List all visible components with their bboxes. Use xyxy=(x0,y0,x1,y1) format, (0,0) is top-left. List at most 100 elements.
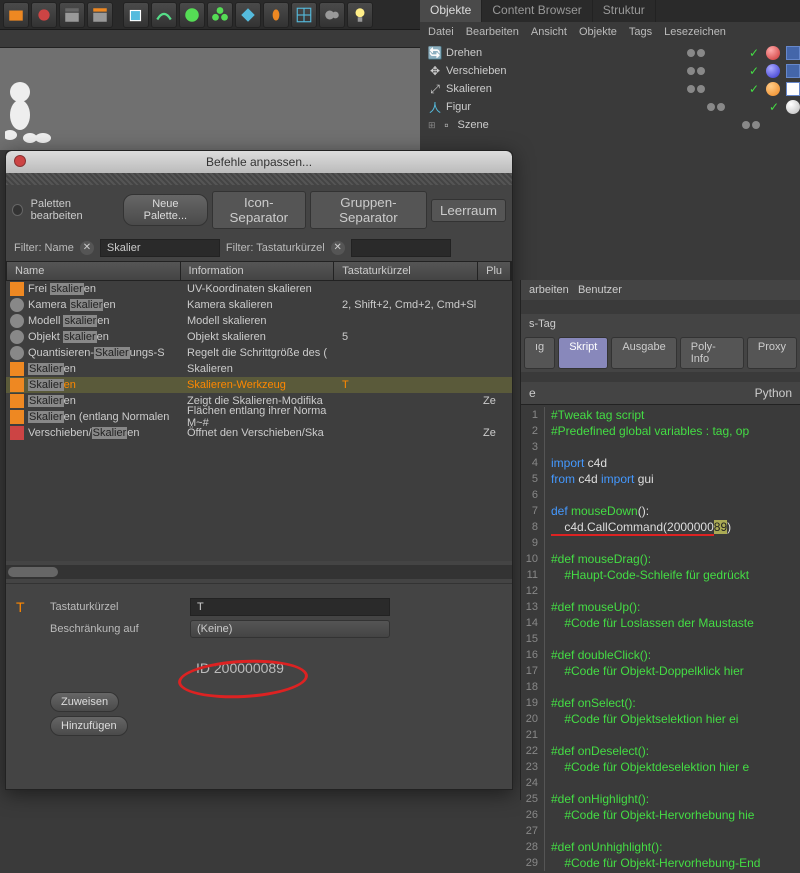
toolbar-clapper-icon[interactable] xyxy=(59,2,85,28)
dialog-grip[interactable] xyxy=(6,173,512,185)
rotate-icon: 🔄 xyxy=(428,46,442,60)
toolbar-clapper2-icon[interactable] xyxy=(87,2,113,28)
new-palette-button[interactable]: Neue Palette... xyxy=(123,194,208,226)
toolbar-flower-icon[interactable] xyxy=(207,2,233,28)
col-plu[interactable]: Plu xyxy=(478,262,511,280)
tab-polyinfo[interactable]: Poly-Info xyxy=(680,337,744,369)
code-line: 4import c4d xyxy=(521,455,800,471)
move-icon: ✥ xyxy=(428,64,442,78)
code-line: 15 xyxy=(521,631,800,647)
add-button[interactable]: Hinzufügen xyxy=(50,716,128,736)
obj-drehen[interactable]: 🔄 Drehen ✓ xyxy=(420,44,800,62)
menu-tags[interactable]: Tags xyxy=(629,26,652,38)
toolbar-record-icon[interactable] xyxy=(31,2,57,28)
toolbar-grid-icon[interactable] xyxy=(291,2,317,28)
tab-content-browser[interactable]: Content Browser xyxy=(482,0,592,22)
code-line: 28#def onUnhighlight(): xyxy=(521,839,800,855)
menu-datei[interactable]: Datei xyxy=(428,26,454,38)
lang-select[interactable]: Python xyxy=(755,386,792,400)
filter-key-input[interactable] xyxy=(351,239,451,257)
menu-bearbeiten[interactable]: Bearbeiten xyxy=(466,26,519,38)
toolbar-shape-icon[interactable] xyxy=(235,2,261,28)
assign-button[interactable]: Zuweisen xyxy=(50,692,119,712)
code-line: 24 xyxy=(521,775,800,791)
script-tabs-row: ıg Skript Ausgabe Poly-Info Proxy xyxy=(521,334,800,372)
code-line: 25#def onHighlight(): xyxy=(521,791,800,807)
toolbar-camera-icon[interactable] xyxy=(319,2,345,28)
table-row[interactable]: Frei skalieren UV-Koordinaten skalieren xyxy=(6,281,512,297)
attr-menu: arbeiten Benutzer xyxy=(521,280,800,300)
tag-icon[interactable] xyxy=(786,64,800,78)
tab-objekte[interactable]: Objekte xyxy=(420,0,482,22)
col-info[interactable]: Information xyxy=(181,262,335,280)
script-header: e Python xyxy=(521,382,800,405)
obj-szene[interactable]: ⊞ ▫ Szene xyxy=(420,116,800,134)
tab-skript[interactable]: Skript xyxy=(558,337,608,369)
command-id-label: ID 200000089 xyxy=(196,660,502,676)
close-icon[interactable] xyxy=(14,155,26,167)
table-row[interactable]: Verschieben/Skalieren Öffnet den Verschi… xyxy=(6,425,512,441)
toolbar-sphere-icon[interactable] xyxy=(179,2,205,28)
scrollbar[interactable] xyxy=(6,565,512,579)
table-row[interactable]: Modell skalieren Modell skalieren xyxy=(6,313,512,329)
clear-name-filter-icon[interactable]: ✕ xyxy=(80,241,94,255)
table-row[interactable]: Kamera skalieren Kamera skalieren 2, Shi… xyxy=(6,297,512,313)
obj-skalieren[interactable]: ⤢ Skalieren ✓ xyxy=(420,80,800,98)
restrict-select[interactable]: (Keine) xyxy=(190,620,390,638)
table-row[interactable]: Skalieren Skalieren-Werkzeug T xyxy=(6,377,512,393)
spacer-button[interactable]: Leerraum xyxy=(431,199,506,222)
col-name[interactable]: Name xyxy=(7,262,181,280)
col-key[interactable]: Tastaturkürzel xyxy=(334,262,478,280)
palette-edit-label: Paletten bearbeiten xyxy=(31,198,113,222)
shortcut-indicator: T xyxy=(16,599,40,615)
code-line: 26 #Code für Objekt-Hervorhebung hie xyxy=(521,807,800,823)
customize-commands-dialog: Befehle anpassen... Paletten bearbeiten … xyxy=(5,150,513,790)
red-sphere-icon xyxy=(766,46,780,60)
table-row[interactable]: Skalieren Skalieren xyxy=(6,361,512,377)
toolbar-cube-icon[interactable] xyxy=(123,2,149,28)
attr-menu-benutzer[interactable]: Benutzer xyxy=(578,284,622,296)
toolbar-open-icon[interactable] xyxy=(3,2,29,28)
toolbar-bulb-icon[interactable] xyxy=(263,2,289,28)
dialog-titlebar[interactable]: Befehle anpassen... xyxy=(6,151,512,173)
attr-menu-arbeiten[interactable]: arbeiten xyxy=(529,284,569,296)
tag-icon[interactable] xyxy=(786,46,800,60)
table-row[interactable]: Quantisieren-Skalierungs-S Regelt die Sc… xyxy=(6,345,512,361)
tab-ig[interactable]: ıg xyxy=(524,337,555,369)
filter-name-label: Filter: Name xyxy=(14,242,74,254)
table-row[interactable]: Skalieren (entlang Normalen Flächen entl… xyxy=(6,409,512,425)
table-body[interactable]: Frei skalieren UV-Koordinaten skalieren … xyxy=(6,281,512,561)
table-row[interactable]: Objekt skalieren Objekt skalieren 5 xyxy=(6,329,512,345)
menu-ansicht[interactable]: Ansicht xyxy=(531,26,567,38)
code-line: 12 xyxy=(521,583,800,599)
figure-icon: 人 xyxy=(428,100,442,114)
menu-lesezeichen[interactable]: Lesezeichen xyxy=(664,26,726,38)
restrict-label: Beschränkung auf xyxy=(50,623,180,635)
code-line: 2#Predefined global variables : tag, op xyxy=(521,423,800,439)
tab-struktur[interactable]: Struktur xyxy=(593,0,656,22)
menu-objekte[interactable]: Objekte xyxy=(579,26,617,38)
filter-name-input[interactable] xyxy=(100,239,220,257)
filter-key-label: Filter: Tastaturkürzel xyxy=(226,242,325,254)
obj-figur[interactable]: 人 Figur ✓ xyxy=(420,98,800,116)
code-line: 17 #Code für Objekt-Doppelklick hier xyxy=(521,663,800,679)
shortcut-input[interactable] xyxy=(190,598,390,616)
obj-verschieben[interactable]: ✥ Verschieben ✓ xyxy=(420,62,800,80)
code-line: 20 #Code für Objektselektion hier ei xyxy=(521,711,800,727)
viewport[interactable] xyxy=(0,30,420,150)
tag-icon[interactable] xyxy=(786,82,800,96)
tab-proxy[interactable]: Proxy xyxy=(747,337,797,369)
orange-sphere-icon xyxy=(766,82,780,96)
panel-tabs: Objekte Content Browser Struktur xyxy=(420,0,800,22)
code-line: 8 c4d.CallCommand(200000089) xyxy=(521,519,800,535)
toolbar-spline-icon[interactable] xyxy=(151,2,177,28)
clear-key-filter-icon[interactable]: ✕ xyxy=(331,241,345,255)
code-editor[interactable]: 1#Tweak tag script2#Predefined global va… xyxy=(521,405,800,873)
group-separator-button[interactable]: Gruppen-Separator xyxy=(310,191,427,229)
icon-separator-button[interactable]: Icon-Separator xyxy=(212,191,306,229)
code-line: 19#def onSelect(): xyxy=(521,695,800,711)
palette-edit-checkbox[interactable] xyxy=(12,204,23,216)
tab-ausgabe[interactable]: Ausgabe xyxy=(611,337,676,369)
code-line: 3 xyxy=(521,439,800,455)
toolbar-light-icon[interactable] xyxy=(347,2,373,28)
